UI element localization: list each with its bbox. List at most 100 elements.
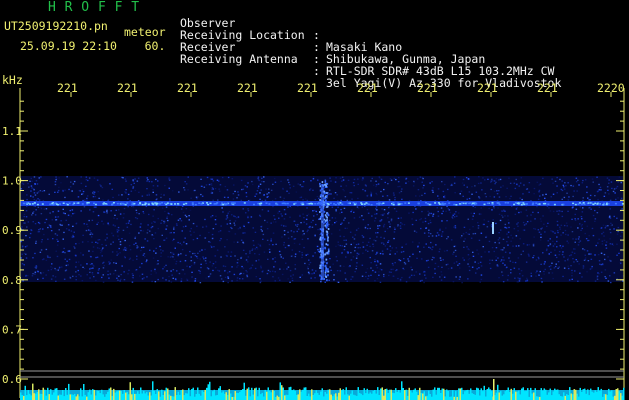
noise-speck [184, 260, 187, 262]
noise-speck [82, 234, 84, 236]
noise-speck [432, 189, 434, 192]
noise-speck [395, 210, 398, 212]
spectrum-bar [372, 391, 374, 400]
noise-speck [598, 206, 601, 208]
noise-speck [598, 238, 600, 240]
noise-speck [143, 253, 146, 255]
noise-speck [356, 206, 359, 208]
noise-speck [376, 267, 379, 269]
noise-speck [556, 192, 558, 194]
spectrum-bar [366, 388, 368, 400]
noise-speck [281, 273, 284, 276]
noise-speck [40, 176, 42, 178]
noise-speck [584, 220, 586, 223]
noise-speck [90, 236, 93, 238]
noise-speck [395, 247, 398, 249]
spectrum-bar [284, 395, 286, 400]
noise-speck [209, 241, 211, 243]
spectrum-bar [116, 391, 118, 400]
noise-speck [39, 228, 42, 230]
spectrum-bar [249, 396, 251, 400]
noise-speck [381, 208, 383, 210]
noise-speck [559, 226, 561, 228]
noise-speck [594, 254, 596, 256]
carrier-speck [166, 202, 169, 204]
spectrum-bar [417, 395, 419, 400]
noise-speck [157, 227, 159, 230]
noise-speck [241, 278, 244, 280]
noise-speck [383, 273, 385, 276]
noise-speck [563, 186, 565, 188]
noise-speck [316, 245, 319, 248]
noise-speck [463, 226, 466, 228]
noise-speck [420, 218, 422, 220]
noise-speck [340, 185, 342, 187]
noise-speck [128, 220, 131, 222]
noise-speck [136, 245, 138, 247]
noise-speck [292, 185, 295, 187]
noise-speck [72, 183, 75, 185]
noise-speck [80, 182, 83, 184]
noise-speck [314, 277, 316, 279]
noise-speck [40, 241, 43, 243]
noise-speck [339, 177, 342, 179]
noise-speck [213, 246, 215, 248]
noise-speck [98, 268, 100, 270]
noise-speck [199, 234, 201, 237]
noise-speck [330, 180, 332, 182]
noise-speck [116, 251, 118, 253]
noise-speck [440, 235, 443, 237]
noise-speck [49, 212, 51, 214]
noise-speck [575, 259, 577, 261]
noise-speck [453, 262, 456, 264]
noise-speck [616, 233, 619, 235]
noise-speck [510, 240, 512, 242]
noise-speck [375, 185, 377, 188]
noise-speck [427, 214, 430, 216]
noise-speck [254, 195, 256, 197]
noise-speck [343, 190, 345, 192]
noise-speck [108, 277, 110, 279]
spectrum-bar [164, 391, 166, 400]
noise-speck [32, 273, 34, 275]
noise-speck [135, 269, 138, 271]
noise-speck [563, 188, 566, 190]
noise-speck [301, 185, 303, 188]
noise-speck [477, 182, 480, 185]
noise-speck [507, 215, 509, 217]
noise-speck [157, 180, 159, 182]
noise-speck [472, 233, 475, 235]
noise-speck [559, 210, 562, 212]
noise-speck [617, 181, 619, 183]
noise-speck [401, 223, 403, 225]
carrier-speck [367, 203, 370, 205]
carrier-speck [434, 202, 437, 204]
spectrum-bar [87, 392, 89, 400]
noise-speck [556, 176, 558, 179]
noise-speck [568, 255, 571, 257]
noise-speck [584, 254, 586, 256]
noise-speck [59, 224, 62, 226]
noise-speck [127, 222, 130, 224]
spectrum-bar [335, 393, 337, 400]
noise-speck [520, 270, 523, 272]
spectrum-bar [614, 395, 616, 400]
carrier-speck [590, 202, 593, 204]
noise-speck [69, 209, 71, 212]
noise-speck [501, 274, 504, 277]
noise-speck [87, 225, 89, 228]
noise-speck [352, 256, 355, 258]
noise-speck [142, 254, 145, 256]
noise-speck [37, 198, 39, 200]
noise-speck [87, 179, 89, 182]
noise-speck [362, 219, 365, 221]
spectrum-bar [120, 390, 122, 400]
noise-speck [370, 274, 372, 276]
noise-speck [429, 221, 432, 224]
noise-speck [73, 231, 75, 233]
carrier-speck [161, 202, 164, 204]
noise-speck [447, 268, 450, 270]
noise-speck [188, 215, 190, 217]
spectrum-bar [123, 390, 125, 400]
noise-speck [328, 189, 331, 191]
